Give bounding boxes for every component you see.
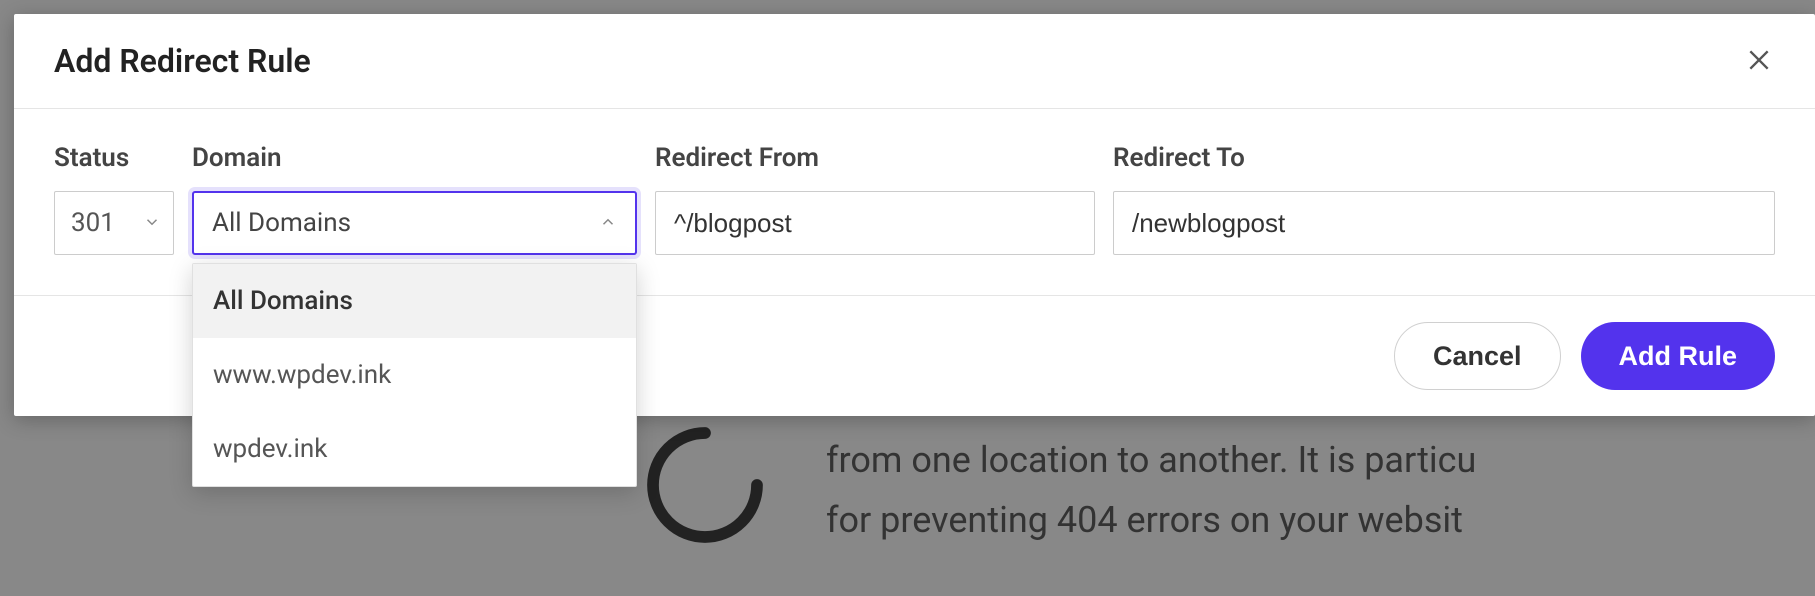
domain-field: Domain All Domains All Domains www.wpdev…	[192, 143, 637, 255]
background-text-line-1: from one location to another. It is part…	[826, 432, 1476, 490]
modal-body: Status 301 Domain All Domains All Domain…	[14, 109, 1815, 296]
add-redirect-modal: Add Redirect Rule Status 301 Domain All …	[14, 14, 1815, 416]
domain-option-all[interactable]: All Domains	[193, 264, 636, 338]
background-text-line-2: for preventing 404 errors on your websit	[826, 492, 1463, 550]
redirect-to-label: Redirect To	[1113, 143, 1775, 173]
redirect-from-label: Redirect From	[655, 143, 1095, 173]
status-select[interactable]: 301	[54, 191, 174, 255]
loading-spinner-icon	[640, 420, 770, 550]
domain-option-apex[interactable]: wpdev.ink	[193, 412, 636, 486]
domain-select[interactable]: All Domains	[192, 191, 637, 255]
chevron-down-icon	[143, 208, 161, 238]
domain-option-www[interactable]: www.wpdev.ink	[193, 338, 636, 412]
domain-value: All Domains	[212, 208, 351, 238]
redirect-from-input[interactable]	[655, 191, 1095, 255]
chevron-up-icon	[599, 208, 617, 238]
domain-label: Domain	[192, 143, 637, 173]
close-button[interactable]	[1743, 45, 1775, 77]
redirect-to-input[interactable]	[1113, 191, 1775, 255]
domain-dropdown: All Domains www.wpdev.ink wpdev.ink	[192, 263, 637, 487]
close-icon	[1746, 47, 1772, 76]
status-value: 301	[71, 208, 115, 238]
cancel-button[interactable]: Cancel	[1394, 322, 1561, 390]
status-field: Status 301	[54, 143, 174, 255]
redirect-to-field: Redirect To	[1113, 143, 1775, 255]
modal-header: Add Redirect Rule	[14, 14, 1815, 109]
modal-title: Add Redirect Rule	[54, 42, 311, 80]
redirect-from-field: Redirect From	[655, 143, 1095, 255]
add-rule-button[interactable]: Add Rule	[1581, 322, 1776, 390]
status-label: Status	[54, 143, 174, 173]
